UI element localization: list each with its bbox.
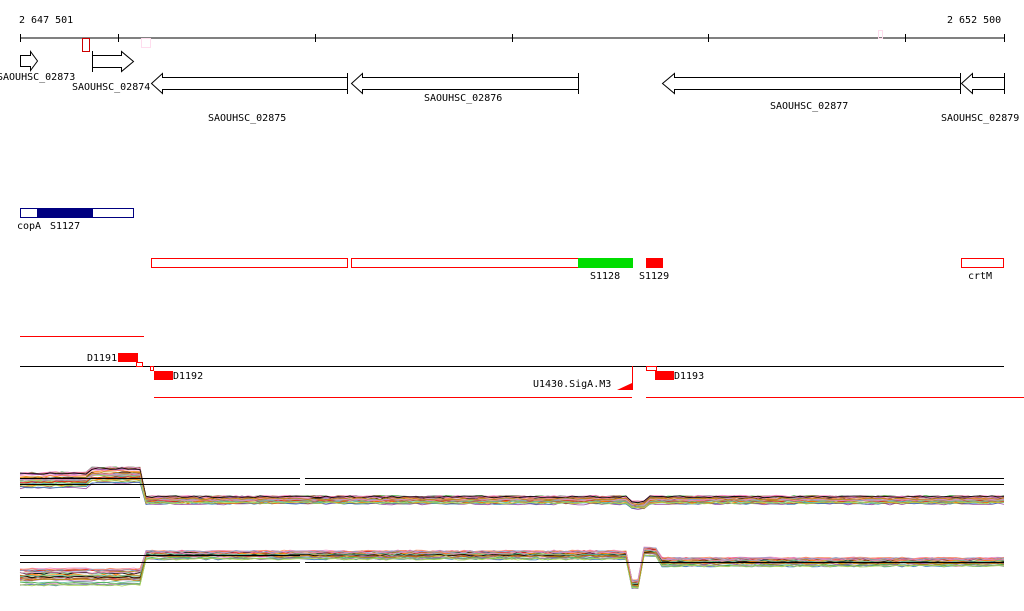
- gene-arrow-02873[interactable]: [20, 49, 39, 73]
- browser-canvas: 2 647 501 2 652 500 SAOUHSC_02873 SAOUHS…: [0, 15, 1024, 590]
- feature-label: crtM: [968, 271, 992, 282]
- gene-label: SAOUHSC_02877: [770, 101, 848, 112]
- gene-label: SAOUHSC_02875: [208, 113, 286, 124]
- feature-label: S1127: [50, 221, 80, 232]
- segment-label: D1192: [173, 371, 203, 382]
- ruler-start-label: 2 647 501: [19, 15, 73, 26]
- feature-S1128[interactable]: [578, 258, 633, 268]
- gene-label: SAOUHSC_02874: [72, 82, 150, 93]
- feature-label: S1128: [590, 271, 620, 282]
- gene-label: SAOUHSC_02879: [941, 113, 1019, 124]
- genome-browser: 2 647 501 2 652 500 SAOUHSC_02873 SAOUHS…: [0, 0, 1024, 611]
- gene-label: SAOUHSC_02876: [424, 93, 502, 104]
- segment-D1192[interactable]: [154, 371, 173, 380]
- segment-D1193[interactable]: [655, 371, 674, 380]
- marker-pink-2: [878, 30, 883, 39]
- gene-arrow-02876[interactable]: [350, 72, 579, 95]
- feature-label: copA: [17, 221, 41, 232]
- gene-arrow-02877[interactable]: [661, 72, 961, 95]
- gene-label: SAOUHSC_02873: [0, 72, 75, 83]
- gene-arrow-02875[interactable]: [150, 72, 348, 95]
- gene-arrow-02879[interactable]: [960, 72, 1005, 95]
- ruler-end-label: 2 652 500: [947, 15, 1001, 26]
- promoter-marker[interactable]: [617, 383, 632, 390]
- segment-label: D1193: [674, 371, 704, 382]
- feature-crtM[interactable]: [961, 258, 1004, 268]
- marker-pink: [141, 38, 151, 48]
- expression-tracks: [19, 466, 1005, 590]
- marker-red: [82, 38, 90, 52]
- promoter-label: U1430.SigA.M3: [533, 379, 611, 390]
- segment-label: D1191: [87, 353, 117, 364]
- feature-S1127[interactable]: [37, 208, 93, 218]
- feature-red-box[interactable]: [151, 258, 348, 268]
- segment-D1191[interactable]: [118, 353, 138, 362]
- gene-arrow-02874[interactable]: [92, 50, 135, 73]
- feature-S1129[interactable]: [646, 258, 663, 268]
- feature-label: S1129: [639, 271, 669, 282]
